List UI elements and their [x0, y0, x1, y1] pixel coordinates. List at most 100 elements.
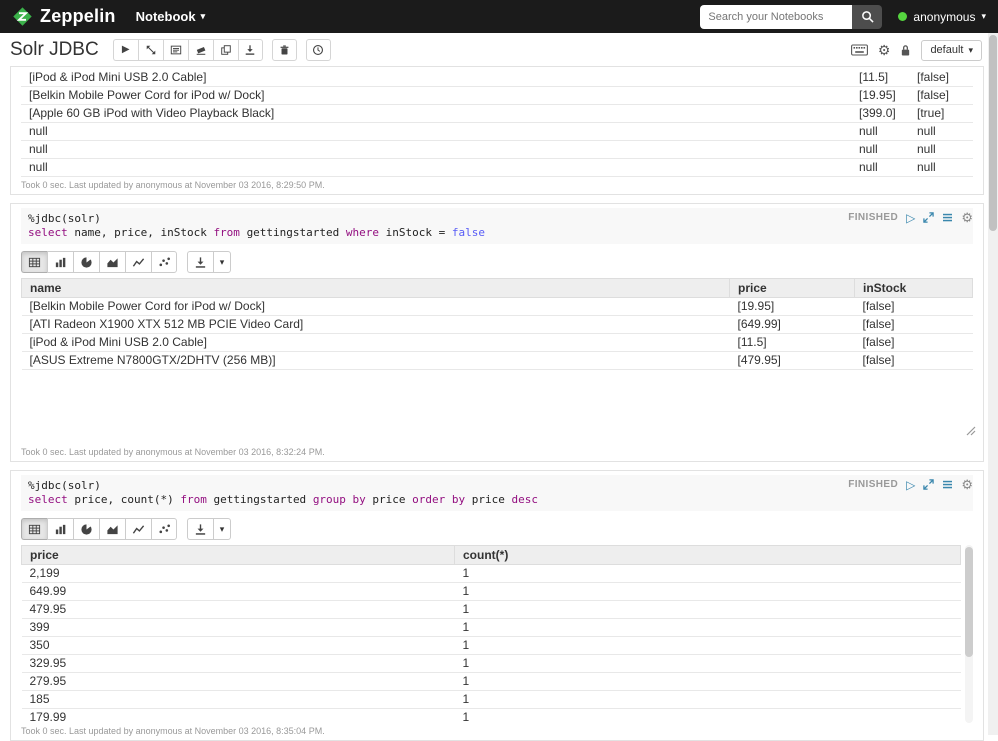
delete-note-button[interactable] — [272, 39, 297, 61]
permissions-lock-icon[interactable] — [900, 44, 911, 57]
scheduler-button[interactable] — [306, 39, 331, 61]
resize-handle[interactable] — [966, 423, 976, 441]
table-row: 179.991 — [22, 709, 961, 724]
table-cell: 1 — [455, 619, 961, 637]
code-line-interpreter: %jdbc(solr) — [28, 479, 966, 493]
table-view-button[interactable] — [21, 251, 47, 273]
expand-paragraph-button[interactable] — [923, 212, 934, 223]
interpreter-binding-gear-icon[interactable]: ⚙ — [878, 43, 891, 57]
paragraph-settings-button[interactable]: ⚙ — [961, 478, 973, 491]
download-group: ▾ — [187, 518, 231, 540]
area-chart-icon — [106, 523, 119, 536]
pie-chart-icon — [80, 523, 93, 536]
brand-title: Zeppelin — [40, 6, 116, 27]
code-editor[interactable]: %jdbc(solr) select price, count(*) from … — [21, 475, 973, 511]
note-body: [iPod & iPod Mini USB 2.0 Cable][11.5][f… — [0, 66, 998, 741]
expand-paragraph-button[interactable] — [923, 479, 934, 490]
run-paragraph-button[interactable]: ▷ — [906, 479, 915, 491]
bar-chart-button[interactable] — [47, 251, 73, 273]
area-chart-button[interactable] — [99, 518, 125, 540]
area-chart-button[interactable] — [99, 251, 125, 273]
bar-chart-button[interactable] — [47, 518, 73, 540]
code-editor[interactable]: %jdbc(solr) select name, price, inStock … — [21, 208, 973, 244]
note-display-mode-button[interactable]: default ▾ — [921, 40, 982, 61]
output-lines-icon — [170, 44, 182, 56]
table-cell: 1 — [455, 655, 961, 673]
table-scrollbar[interactable] — [965, 545, 973, 723]
table-scrollbar-thumb[interactable] — [965, 547, 973, 657]
run-paragraph-button[interactable]: ▷ — [906, 212, 915, 224]
table-cell: 649.99 — [22, 583, 455, 601]
note-title[interactable]: Solr JDBC — [10, 39, 99, 61]
code-token: group by — [313, 493, 373, 506]
paragraph-1: [iPod & iPod Mini USB 2.0 Cable][11.5][f… — [10, 66, 984, 195]
search-input[interactable] — [700, 5, 852, 29]
table-cell: null — [909, 141, 973, 159]
table-row: 3991 — [22, 619, 961, 637]
keyboard-shortcuts-icon[interactable] — [851, 44, 868, 56]
scatter-chart-button[interactable] — [151, 251, 177, 273]
line-chart-button[interactable] — [125, 518, 151, 540]
export-note-button[interactable] — [238, 39, 263, 61]
pie-chart-button[interactable] — [73, 518, 99, 540]
page-scrollbar[interactable] — [988, 33, 998, 735]
toggle-editor-button[interactable] — [942, 479, 953, 490]
notebook-menu[interactable]: Notebook ▾ — [136, 9, 205, 24]
toggle-editor-button[interactable] — [942, 212, 953, 223]
toggle-code-button[interactable] — [138, 39, 163, 61]
table-cell: 479.95 — [22, 601, 455, 619]
toggle-output-button[interactable] — [163, 39, 188, 61]
table-row: [iPod & iPod Mini USB 2.0 Cable][11.5][f… — [22, 334, 973, 352]
page-scrollbar-thumb[interactable] — [989, 35, 997, 231]
play-icon: ▶ — [122, 45, 130, 55]
code-line-interpreter: %jdbc(solr) — [28, 212, 966, 226]
paragraph-settings-button[interactable]: ⚙ — [961, 211, 973, 224]
top-navbar: Zeppelin Notebook ▾ anony — [0, 0, 998, 33]
zeppelin-brand[interactable]: Zeppelin — [12, 6, 116, 27]
download-data-button[interactable] — [187, 518, 213, 540]
table-row: 329.951 — [22, 655, 961, 673]
column-header[interactable]: price — [22, 546, 455, 565]
table-cell: [11.5] — [730, 334, 855, 352]
paragraph-footer: Took 0 sec. Last updated by anonymous at… — [21, 723, 973, 738]
note-header: Solr JDBC ▶ — [0, 33, 998, 66]
note-toolbar: ▶ — [113, 39, 263, 61]
table-row: [Apple 60 GB iPod with Video Playback Bl… — [21, 105, 973, 123]
paragraph-3: FINISHED ▷ ⚙ %jdb — [10, 470, 984, 741]
user-menu[interactable]: anonymous ▾ — [898, 10, 986, 24]
download-options-button[interactable]: ▾ — [213, 251, 231, 273]
code-token: price, — [74, 493, 120, 506]
download-options-button[interactable]: ▾ — [213, 518, 231, 540]
table-row: 279.951 — [22, 673, 961, 691]
chevron-down-icon: ▾ — [201, 12, 206, 21]
connected-status-icon — [898, 12, 907, 21]
table-view-button[interactable] — [21, 518, 47, 540]
table-row: nullnullnull — [21, 123, 973, 141]
line-chart-icon — [132, 523, 145, 536]
eraser-icon — [195, 44, 207, 56]
column-header[interactable]: price — [730, 279, 855, 298]
line-chart-button[interactable] — [125, 251, 151, 273]
clone-note-button[interactable] — [213, 39, 238, 61]
clear-output-button[interactable] — [188, 39, 213, 61]
table-cell: [Belkin Mobile Power Cord for iPod w/ Do… — [21, 87, 851, 105]
column-header[interactable]: inStock — [855, 279, 973, 298]
download-data-button[interactable] — [187, 251, 213, 273]
code-line-sql: select name, price, inStock from getting… — [28, 226, 966, 240]
code-token: gettingstarted — [213, 493, 312, 506]
table-cell: [false] — [909, 69, 973, 87]
code-token: order by — [412, 493, 472, 506]
paragraph-status-bar: FINISHED ▷ ⚙ — [848, 211, 973, 224]
scatter-chart-button[interactable] — [151, 518, 177, 540]
pie-chart-button[interactable] — [73, 251, 99, 273]
notebook-search — [700, 5, 882, 29]
download-icon — [194, 523, 207, 536]
table-cell: [false] — [855, 352, 973, 370]
search-button[interactable] — [852, 5, 882, 29]
column-header[interactable]: count(*) — [455, 546, 961, 565]
run-all-paragraphs-button[interactable]: ▶ — [113, 39, 138, 61]
table-row: [ASUS Extreme N7800GTX/2DHTV (256 MB)][4… — [22, 352, 973, 370]
display-toolbar: ▾ — [21, 251, 973, 273]
column-header[interactable]: name — [22, 279, 730, 298]
code-token: select — [28, 226, 74, 239]
